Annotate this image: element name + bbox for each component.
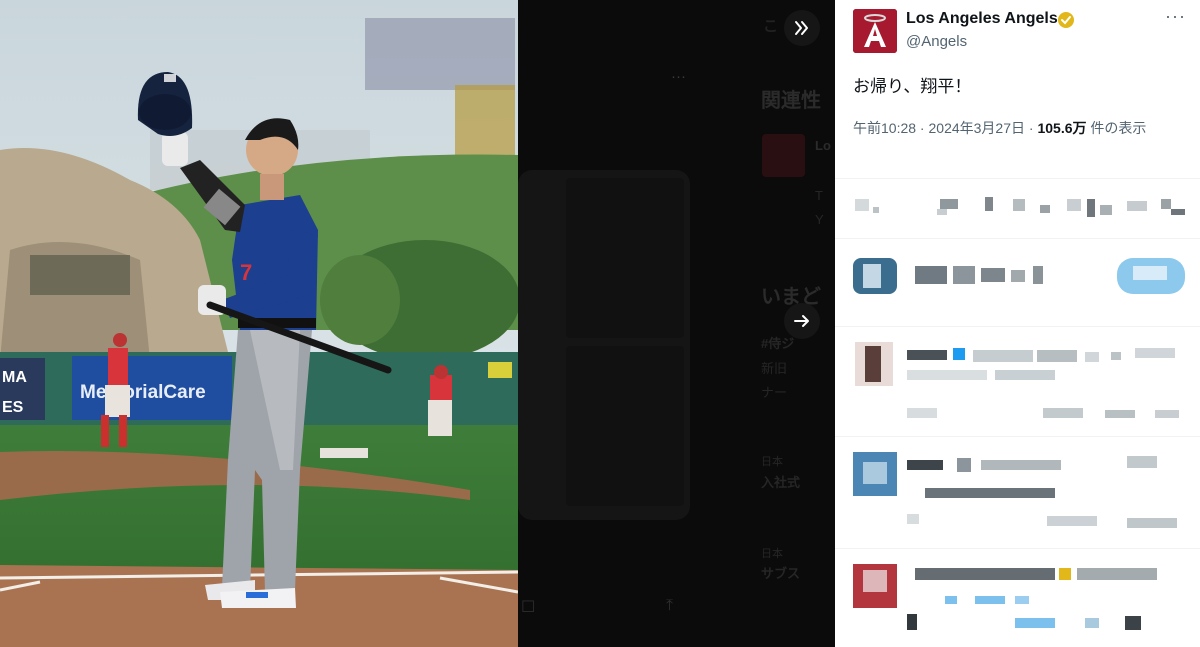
angels-logo-icon: [853, 9, 897, 53]
dimmed-section-related: 関連性: [761, 90, 821, 112]
dimmed-text: 入社式: [761, 475, 801, 490]
tweet-photo[interactable]: MA ES MemorialCare 7: [0, 0, 518, 647]
svg-text:ES: ES: [2, 399, 24, 416]
dimmed-share-icon: ⤒: [666, 597, 674, 614]
divider: [835, 548, 1200, 549]
divider: [835, 326, 1200, 327]
tweet-date[interactable]: 2024年3月27日: [929, 120, 1026, 136]
dimmed-section-now: いまど: [761, 286, 821, 308]
pixelated-reply-box: [835, 248, 1200, 308]
dimmed-bookmark-icon: ☐: [521, 599, 536, 616]
dimmed-text: T: [815, 188, 823, 203]
pixelated-reply: [835, 330, 1200, 435]
divider: [835, 436, 1200, 437]
dimmed-text: こ: [763, 18, 779, 35]
collapse-panel-button[interactable]: [784, 10, 820, 46]
tweet-side-panel: Los Angeles Angels @Angels ··· お帰り、翔平！ 午…: [835, 0, 1200, 647]
avatar[interactable]: [853, 9, 897, 53]
pixelated-action-bar: [835, 185, 1200, 235]
dimmed-avatar: [762, 134, 805, 177]
user-handle[interactable]: @Angels: [906, 33, 967, 50]
pixelated-reply: [835, 440, 1200, 540]
view-label: 件の表示: [1090, 120, 1147, 136]
display-name[interactable]: Los Angeles Angels: [906, 10, 1058, 28]
svg-text:7: 7: [240, 260, 252, 285]
tweet-text: お帰り、翔平！: [853, 77, 972, 96]
dimmed-text: サブス: [761, 566, 801, 581]
dimmed-text: #侍ジ: [761, 336, 795, 351]
dimmed-text: 新旧: [761, 361, 788, 376]
svg-text:MA: MA: [2, 369, 27, 386]
tweet-meta: 午前10:28 · 2024年3月27日 · 105.6万 件の表示: [853, 120, 1147, 136]
divider: [835, 238, 1200, 239]
dimmed-text: Lo: [815, 138, 831, 153]
dimmed-media-thumb: [566, 346, 684, 506]
verified-badge-icon: [1058, 12, 1074, 28]
more-options-icon[interactable]: ···: [1165, 6, 1186, 27]
divider: [835, 178, 1200, 179]
baseball-photo-image: MA ES MemorialCare 7: [0, 0, 518, 647]
pixelated-reply: [835, 552, 1200, 647]
dimmed-text: Y: [815, 212, 824, 227]
dimmed-text: 日本: [761, 456, 783, 468]
next-image-button[interactable]: [784, 303, 820, 339]
arrow-right-icon: [794, 315, 809, 327]
dimmed-text: ナー: [761, 385, 788, 400]
svg-text:MemorialCare: MemorialCare: [80, 382, 206, 403]
dimmed-more-icon: ···: [671, 68, 686, 85]
view-count: 105.6万: [1037, 120, 1087, 136]
double-chevron-right-icon: [795, 21, 808, 35]
tweet-time[interactable]: 午前10:28: [853, 120, 916, 136]
dimmed-text: 日本: [761, 548, 783, 560]
dimmed-media-thumb: [566, 178, 684, 338]
